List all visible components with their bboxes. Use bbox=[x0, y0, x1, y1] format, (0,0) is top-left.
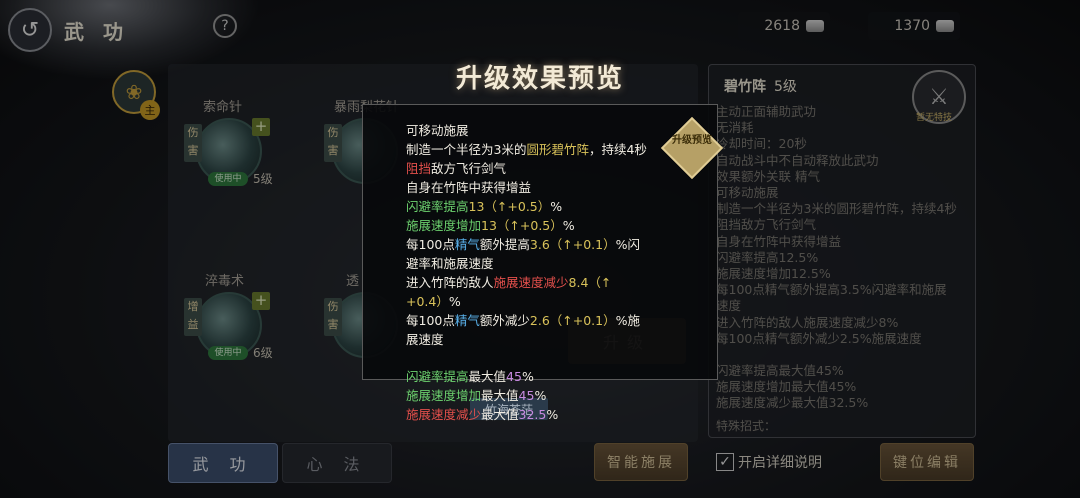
upgrade-preview-badge: 升级预览 bbox=[672, 135, 712, 146]
preview-segment: 进入竹阵的敌人 bbox=[406, 275, 494, 290]
preview-segment: 额外减少 bbox=[479, 313, 530, 328]
preview-segment: 施展速度增加 bbox=[406, 388, 482, 403]
preview-segment: 精气 bbox=[454, 237, 480, 252]
preview-segment: % bbox=[550, 199, 563, 214]
preview-segment: 可移动施展 bbox=[406, 123, 469, 138]
preview-segment: 阻挡 bbox=[406, 161, 432, 176]
preview-line: 施展速度增加13（↑+0.5）% bbox=[406, 216, 662, 235]
preview-segment: % bbox=[534, 388, 547, 403]
preview-segment: 45 bbox=[518, 388, 535, 403]
preview-segment: 8.4（↑ bbox=[568, 275, 612, 290]
preview-segment: 3.6（↑+0.1） bbox=[529, 237, 616, 252]
preview-segment: 每100点 bbox=[406, 313, 455, 328]
preview-segment: 每100点 bbox=[406, 237, 455, 252]
preview-segment: 最大值 bbox=[481, 388, 519, 403]
preview-segment: % bbox=[546, 407, 559, 422]
preview-line bbox=[406, 349, 662, 367]
preview-segment: 最大值 bbox=[468, 369, 507, 384]
preview-line: 每100点精气额外提高3.6（↑+0.1）%闪 bbox=[406, 235, 662, 254]
preview-segment: 闪避率提高 bbox=[406, 199, 469, 214]
preview-segment: 制造一个半径为3米的 bbox=[406, 142, 527, 157]
preview-line: 展速度 bbox=[406, 330, 662, 349]
preview-segment: 45 bbox=[506, 369, 522, 384]
preview-line: 进入竹阵的敌人施展速度减少8.4（↑ bbox=[406, 273, 662, 292]
preview-segment: 自身在竹阵中获得增益 bbox=[406, 180, 532, 195]
preview-segment: 精气 bbox=[454, 313, 480, 328]
preview-segment: %闪 bbox=[615, 237, 640, 252]
preview-line: 阻挡敌方飞行剑气 bbox=[406, 159, 662, 178]
preview-line: 施展速度增加最大值45% bbox=[406, 386, 662, 405]
preview-line: 闪避率提高最大值45% bbox=[406, 367, 662, 386]
preview-segment: 施展速度减少 bbox=[406, 407, 482, 422]
preview-line: 避率和施展速度 bbox=[406, 254, 662, 273]
preview-segment: ，持续4秒 bbox=[588, 142, 647, 157]
popup-title: 升级效果预览 bbox=[455, 64, 624, 94]
preview-segment: 圆形碧竹阵 bbox=[526, 142, 589, 157]
preview-line: 闪避率提高13（↑+0.5）% bbox=[406, 197, 662, 216]
preview-segment: 13（↑+0.5） bbox=[481, 218, 563, 233]
preview-line: 每100点精气额外减少2.6（↑+0.1）%施 bbox=[406, 311, 662, 330]
preview-segment: %施 bbox=[615, 313, 640, 328]
preview-segment: 展速度 bbox=[406, 332, 444, 347]
preview-segment: 32.5 bbox=[518, 407, 547, 422]
preview-segment: % bbox=[562, 218, 575, 233]
preview-line: 可移动施展 bbox=[406, 121, 662, 140]
preview-segment: % bbox=[448, 294, 461, 309]
preview-segment: 闪避率提高 bbox=[406, 369, 469, 384]
upgrade-preview-text: 可移动施展 制造一个半径为3米的圆形碧竹阵，持续4秒 阻挡敌方飞行剑气 自身在竹阵中获… bbox=[406, 121, 662, 424]
preview-segment: 最大值 bbox=[481, 407, 519, 422]
preview-line: 施展速度减少最大值32.5% bbox=[406, 405, 662, 424]
preview-line: 制造一个半径为3米的圆形碧竹阵，持续4秒 bbox=[406, 140, 662, 159]
preview-segment: 2.6（↑+0.1） bbox=[529, 313, 616, 328]
preview-segment: % bbox=[521, 369, 534, 384]
preview-segment: 施展速度减少 bbox=[493, 275, 569, 290]
preview-segment: 敌方飞行剑气 bbox=[431, 161, 507, 176]
preview-segment: 额外提高 bbox=[479, 237, 530, 252]
preview-segment: 施展速度增加 bbox=[406, 218, 482, 233]
preview-segment: 避率和施展速度 bbox=[406, 256, 494, 271]
preview-segment: +0.4） bbox=[406, 294, 449, 309]
preview-line: 自身在竹阵中获得增益 bbox=[406, 178, 662, 197]
preview-line: +0.4）% bbox=[406, 292, 662, 311]
preview-segment: 13（↑+0.5） bbox=[468, 199, 551, 214]
